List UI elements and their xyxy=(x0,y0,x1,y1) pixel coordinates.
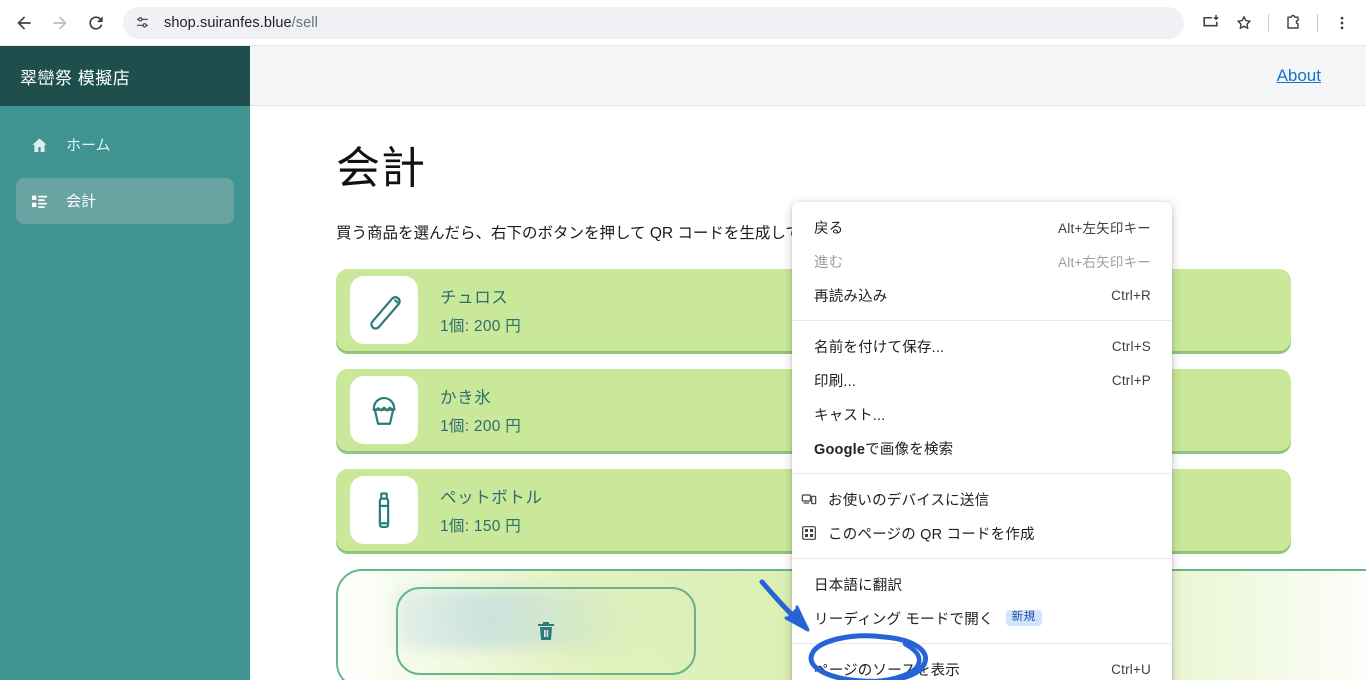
tune-icon xyxy=(136,17,148,28)
arrow-left-icon xyxy=(17,15,31,30)
context-menu-item-save-as-label: 名前を付けて保存... xyxy=(814,339,945,356)
context-menu-item-back[interactable]: 戻る Alt+左矢印キー xyxy=(792,210,1172,244)
sidebar-nav: ホーム 会計 xyxy=(0,106,250,224)
trash-icon xyxy=(538,621,554,640)
list-icon xyxy=(26,190,52,212)
extensions-button[interactable] xyxy=(1277,7,1309,39)
url-text: shop.suiranfes.blue/sell xyxy=(164,15,318,31)
context-menu-item-back-label: 戻る xyxy=(814,220,844,237)
sidebar: 翠巒祭 模擬店 ホーム 会計 xyxy=(0,46,250,680)
home-icon xyxy=(26,134,52,156)
context-menu-item-view-source[interactable]: ページのソースを表示 Ctrl+U xyxy=(792,652,1172,680)
product-name: チュロス xyxy=(440,288,509,307)
context-menu-item-print-label: 印刷... xyxy=(814,373,857,390)
product-thumbnail xyxy=(350,375,418,444)
search-image-rest: で画像を検索 xyxy=(865,441,954,458)
shaved-ice-icon xyxy=(372,396,396,425)
product-info: チュロス 1個: 200 円 xyxy=(440,284,521,336)
puzzle-piece-icon xyxy=(1287,14,1299,29)
context-menu-item-view-source-label: ページのソースを表示 xyxy=(814,662,960,679)
context-menu-item-reading-mode[interactable]: リーディング モードで開く 新規 xyxy=(792,601,1172,635)
top-bar: About xyxy=(250,46,1366,106)
bottle-icon xyxy=(378,491,390,528)
new-badge: 新規 xyxy=(1005,609,1042,627)
context-menu-item-forward-label: 進む xyxy=(814,254,844,271)
context-menu: 戻る Alt+左矢印キー 進む Alt+右矢印キー 再読み込み Ctrl+R 名… xyxy=(792,202,1172,680)
context-menu-item-reload[interactable]: 再読み込み Ctrl+R xyxy=(792,278,1172,312)
context-menu-separator-4 xyxy=(792,643,1172,644)
product-name: ペットボトル xyxy=(440,488,543,507)
product-price: 1個: 200 円 xyxy=(440,317,522,335)
context-menu-item-cast[interactable]: キャスト... xyxy=(792,397,1172,431)
context-menu-separator xyxy=(792,320,1172,321)
context-menu-item-search-image-label: Googleで画像を検索 xyxy=(814,438,1151,459)
context-menu-item-reload-label: 再読み込み xyxy=(814,288,888,305)
context-menu-item-translate-label: 日本語に翻訳 xyxy=(814,577,903,594)
sidebar-item-home[interactable]: ホーム xyxy=(16,122,234,168)
sidebar-item-accounting-label: 会計 xyxy=(66,192,97,210)
product-thumbnail xyxy=(350,475,418,544)
context-menu-item-create-qr-label: このページの QR コードを作成 xyxy=(828,526,1035,543)
product-info: かき氷 1個: 200 円 xyxy=(440,384,521,436)
toolbar-actions xyxy=(1194,7,1366,39)
context-menu-item-translate[interactable]: 日本語に翻訳 xyxy=(792,567,1172,601)
toolbar-divider xyxy=(1268,13,1269,32)
toolbar-divider-2 xyxy=(1317,13,1318,32)
sidebar-item-accounting[interactable]: 会計 xyxy=(16,178,234,224)
context-menu-item-search-image[interactable]: Googleで画像を検索 xyxy=(792,431,1172,465)
context-menu-item-send-to-device-label: お使いのデバイスに送信 xyxy=(828,492,990,509)
arrow-right-icon xyxy=(53,15,67,30)
three-dot-menu-icon xyxy=(1340,16,1344,29)
context-menu-item-print-accel: Ctrl+P xyxy=(1111,372,1151,388)
navigation-buttons xyxy=(0,8,111,38)
context-menu-item-create-qr[interactable]: このページの QR コードを作成 xyxy=(792,516,1172,550)
context-menu-item-reading-mode-label: リーディング モードで開く xyxy=(814,611,994,628)
browser-menu-button[interactable] xyxy=(1326,7,1358,39)
context-menu-separator-3 xyxy=(792,558,1172,559)
product-price: 1個: 150 円 xyxy=(440,517,522,535)
browser-toolbar: shop.suiranfes.blue/sell xyxy=(0,0,1366,46)
reload-icon xyxy=(89,15,103,30)
qr-code-icon xyxy=(798,523,820,543)
context-menu-item-print[interactable]: 印刷... Ctrl+P xyxy=(792,363,1172,397)
reload-button[interactable] xyxy=(81,8,111,38)
url-host: shop.suiranfes.blue xyxy=(164,14,292,31)
product-name: かき氷 xyxy=(440,388,492,407)
forward-button[interactable] xyxy=(45,8,75,38)
context-menu-separator-2 xyxy=(792,473,1172,474)
context-menu-item-save-as-accel: Ctrl+S xyxy=(1111,338,1151,354)
sidebar-item-home-label: ホーム xyxy=(66,136,111,154)
site-settings-button[interactable] xyxy=(129,10,155,36)
context-menu-item-cast-label: キャスト... xyxy=(814,407,886,424)
page-title: 会計 xyxy=(336,144,426,193)
about-link[interactable]: About xyxy=(1277,66,1321,86)
app-title: 翠巒祭 模擬店 xyxy=(20,68,131,88)
sidebar-header: 翠巒祭 模擬店 xyxy=(0,46,250,106)
install-app-icon xyxy=(1202,14,1218,27)
bookmark-button[interactable] xyxy=(1228,7,1260,39)
back-button[interactable] xyxy=(9,8,39,38)
product-info: ペットボトル 1個: 150 円 xyxy=(440,484,543,536)
context-menu-item-view-source-accel: Ctrl+U xyxy=(1111,661,1151,677)
churro-icon xyxy=(370,295,401,330)
send-to-device-icon xyxy=(798,489,820,509)
product-thumbnail xyxy=(350,275,418,344)
google-wordmark: Google xyxy=(814,441,866,458)
context-menu-item-reload-accel: Ctrl+R xyxy=(1111,287,1151,303)
context-menu-item-send-to-device[interactable]: お使いのデバイスに送信 xyxy=(792,482,1172,516)
context-menu-item-back-accel: Alt+左矢印キー xyxy=(1058,221,1151,236)
install-app-button[interactable] xyxy=(1194,7,1226,39)
context-menu-item-forward: 進む Alt+右矢印キー xyxy=(792,244,1172,278)
context-menu-item-save-as[interactable]: 名前を付けて保存... Ctrl+S xyxy=(792,329,1172,363)
address-bar[interactable]: shop.suiranfes.blue/sell xyxy=(123,6,1184,39)
context-menu-item-forward-accel: Alt+右矢印キー xyxy=(1058,255,1151,270)
star-icon xyxy=(1237,15,1251,29)
product-price: 1個: 200 円 xyxy=(440,417,522,435)
page-viewport: 翠巒祭 模擬店 ホーム 会計 About 会計 買う商品を選んだら、右下のボタン… xyxy=(0,46,1366,680)
clear-cart-button[interactable] xyxy=(396,586,696,675)
url-path: /sell xyxy=(291,14,318,31)
